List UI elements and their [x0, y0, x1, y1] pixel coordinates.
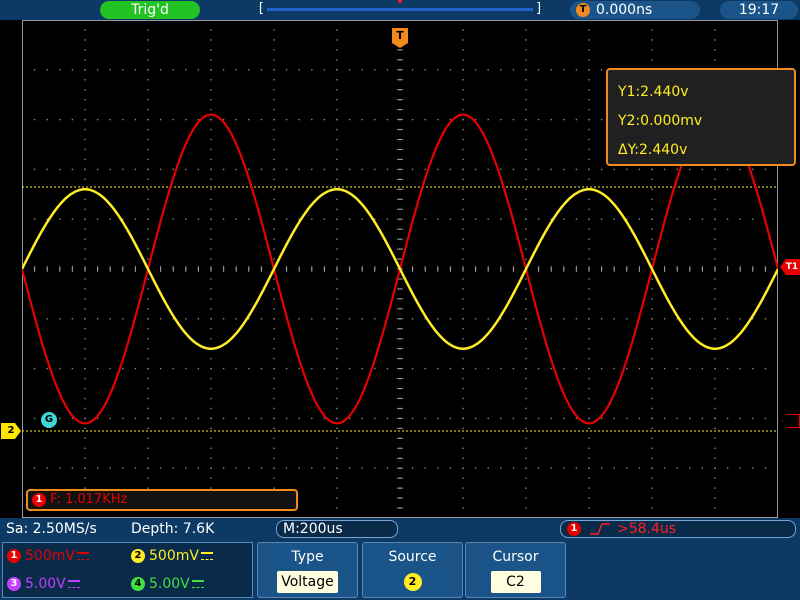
- frequency-channel-badge: 1: [32, 493, 46, 507]
- cursor-type-value: Voltage: [277, 571, 338, 593]
- trigger-point-icon: [396, 0, 404, 4]
- trigger-channel-badge: 1: [567, 522, 581, 536]
- sample-rate: Sa: 2.50MS/s: [6, 521, 97, 537]
- ch2-offset-marker[interactable]: 2: [1, 423, 21, 439]
- memory-window: [267, 8, 533, 11]
- ch4-scale-value: 5.00V: [149, 576, 190, 592]
- memory-bracket-right: ]: [535, 1, 543, 16]
- ch2-badge: 2: [131, 549, 145, 563]
- ch4-badge: 4: [131, 577, 145, 591]
- ch3-badge: 3: [7, 577, 21, 591]
- trigger-level-marker[interactable]: T1: [780, 259, 800, 275]
- dc-coupling-icon: [76, 552, 89, 560]
- timebase-readout[interactable]: M:200us: [276, 520, 398, 538]
- cursor-y1-value: Y1:2.440v: [618, 84, 689, 100]
- dc-coupling-icon: [67, 580, 80, 588]
- ch4-scale[interactable]: 4 5.00V: [131, 575, 204, 593]
- cursor-select-value: C2: [490, 571, 541, 593]
- bottom-menu-bar: 1 500mV 2 500mV 3 5.00V 4 5.00V Type Vol…: [0, 540, 800, 600]
- cursor-type-label: Type: [291, 549, 324, 565]
- ch3-scale[interactable]: 3 5.00V: [7, 575, 80, 593]
- trigger-time-value: 0.000ns: [596, 2, 653, 18]
- cursor-source-label: Source: [388, 549, 437, 565]
- ch3-scale-value: 5.00V: [25, 576, 66, 592]
- dc-coupling-icon: [191, 580, 204, 588]
- ch1-scale-value: 500mV: [25, 548, 75, 564]
- cursor-y2-value: Y2:0.000mv: [618, 113, 703, 129]
- ch2-scale[interactable]: 2 500mV: [131, 547, 213, 565]
- frequency-value: F: 1.017KHz: [50, 492, 128, 507]
- channel-scale-panel: 1 500mV 2 500mV 3 5.00V 4 5.00V: [2, 542, 253, 598]
- ch1-scale[interactable]: 1 500mV: [7, 547, 89, 565]
- cursor-source-button[interactable]: Source 2: [362, 542, 463, 598]
- waveform-display[interactable]: Y1:2.440v Y2:0.000mv ΔY:2.440v: [22, 20, 796, 518]
- ch1-offset-marker-right[interactable]: [782, 414, 800, 428]
- acquisition-status-bar: Sa: 2.50MS/s Depth: 7.6K M:200us 1 >58.4…: [0, 518, 800, 540]
- trigger-info-readout[interactable]: 1 >58.4us: [560, 520, 796, 538]
- frequency-readout: 1 F: 1.017KHz: [26, 489, 298, 511]
- cursor-select-button[interactable]: Cursor C2: [465, 542, 566, 598]
- clock: 19:17: [720, 1, 798, 19]
- cursor-type-button[interactable]: Type Voltage: [257, 542, 358, 598]
- trigger-condition: >58.4us: [617, 521, 677, 537]
- top-status-bar: Trig'd [ ] T 0.000ns 19:17: [0, 0, 800, 20]
- rising-edge-icon: [590, 523, 610, 535]
- ch2-scale-value: 500mV: [149, 548, 199, 564]
- memory-depth: Depth: 7.6K: [131, 521, 215, 537]
- dc-coupling-icon: [200, 552, 213, 560]
- cursor-source-value: 2: [403, 573, 422, 591]
- trigger-time-icon: T: [576, 3, 590, 17]
- trigger-status-badge: Trig'd: [100, 1, 200, 19]
- memory-position-bar: [ ]: [255, 0, 545, 16]
- trigger-time-readout: T 0.000ns: [570, 1, 700, 19]
- ch1-badge: 1: [7, 549, 21, 563]
- memory-bracket-left: [: [257, 1, 265, 16]
- ground-marker: G: [41, 412, 57, 428]
- cursor-readout-panel: Y1:2.440v Y2:0.000mv ΔY:2.440v: [606, 68, 796, 166]
- cursor-delta-y-value: ΔY:2.440v: [618, 142, 688, 158]
- cursor-select-label: Cursor: [492, 549, 539, 565]
